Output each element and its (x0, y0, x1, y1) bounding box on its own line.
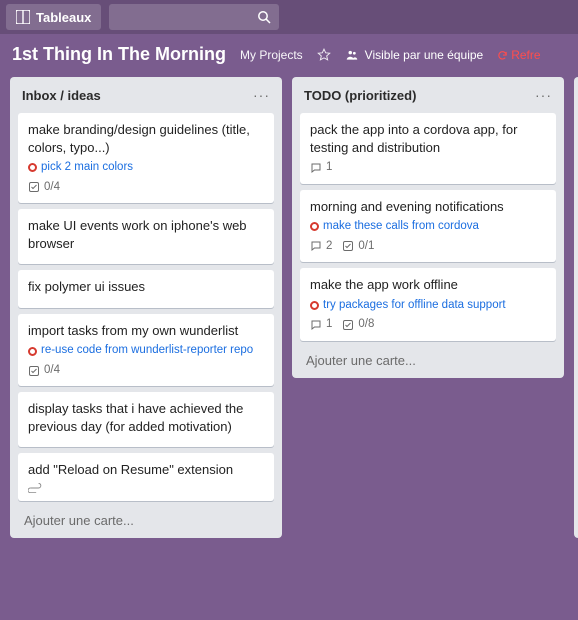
card[interactable]: make the app work offline try packages f… (300, 268, 556, 341)
card-badges (28, 483, 264, 493)
boards-icon (16, 10, 30, 24)
card[interactable]: fix polymer ui issues (18, 270, 274, 308)
card-sublink-text: make these calls from cordova (323, 219, 479, 235)
comments-count: 2 (326, 239, 332, 255)
comments-count: 1 (326, 160, 332, 176)
star-icon[interactable] (317, 48, 331, 62)
visibility-button[interactable]: Visible par une équipe (345, 48, 484, 62)
comments-badge: 1 (310, 317, 332, 333)
card[interactable]: morning and evening notifications make t… (300, 190, 556, 263)
team-icon (345, 48, 359, 62)
card-badges: 1 0/8 (310, 317, 546, 333)
card-badges: 0/4 (28, 363, 264, 379)
card-title: fix polymer ui issues (28, 278, 264, 296)
checklist-icon (342, 319, 354, 331)
card[interactable]: make branding/design guidelines (title, … (18, 113, 274, 203)
card-sublink-text: re-use code from wunderlist-reporter rep… (41, 343, 253, 359)
card-badges: 2 0/1 (310, 239, 546, 255)
card[interactable]: pack the app into a cordova app, for tes… (300, 113, 556, 184)
list-menu-button[interactable]: ··· (535, 87, 552, 103)
comments-badge: 2 (310, 239, 332, 255)
card[interactable]: add "Reload on Resume" extension (18, 453, 274, 501)
checklist-badge: 0/8 (342, 317, 374, 333)
card-sublink-text: pick 2 main colors (41, 160, 133, 176)
card-sublink: try packages for offline data support (310, 298, 546, 314)
bullet-ring-icon (28, 163, 37, 172)
card-sublink: pick 2 main colors (28, 160, 264, 176)
card-title: pack the app into a cordova app, for tes… (310, 121, 546, 156)
checklist-badge: 0/1 (342, 239, 374, 255)
bullet-ring-icon (28, 347, 37, 356)
card-title: import tasks from my own wunderlist (28, 322, 264, 340)
card-badges: 1 (310, 160, 546, 176)
list-header: Inbox / ideas ··· (18, 85, 274, 107)
comment-icon (310, 162, 322, 174)
card[interactable]: import tasks from my own wunderlist re-u… (18, 314, 274, 387)
add-card-button[interactable]: Ajouter une carte... (18, 507, 274, 532)
comment-icon (310, 240, 322, 252)
refresh-label: Refre (511, 48, 540, 62)
refresh-icon (497, 50, 508, 61)
list-offscreen[interactable] (574, 77, 578, 538)
checklist-icon (28, 181, 40, 193)
bullet-ring-icon (310, 301, 319, 310)
card-title: morning and evening notifications (310, 198, 546, 216)
add-card-button[interactable]: Ajouter une carte... (300, 347, 556, 372)
board-canvas: Inbox / ideas ··· make branding/design g… (0, 73, 578, 548)
checklist-count: 0/4 (44, 180, 60, 196)
card-sublink-text: try packages for offline data support (323, 298, 506, 314)
board-title[interactable]: 1st Thing In The Morning (12, 44, 226, 65)
bullet-ring-icon (310, 222, 319, 231)
card[interactable]: display tasks that i have achieved the p… (18, 392, 274, 447)
checklist-icon (28, 365, 40, 377)
checklist-badge: 0/4 (28, 180, 60, 196)
checklist-icon (342, 240, 354, 252)
list-inbox-ideas: Inbox / ideas ··· make branding/design g… (10, 77, 282, 538)
card[interactable]: make UI events work on iphone's web brow… (18, 209, 274, 264)
card-title: add "Reload on Resume" extension (28, 461, 264, 479)
list-title[interactable]: TODO (prioritized) (304, 88, 416, 103)
boards-button[interactable]: Tableaux (6, 4, 101, 30)
my-projects-link[interactable]: My Projects (240, 48, 303, 62)
checklist-count: 0/1 (358, 239, 374, 255)
visibility-label: Visible par une équipe (365, 48, 484, 62)
list-todo-prioritized: TODO (prioritized) ··· pack the app into… (292, 77, 564, 378)
list-header: TODO (prioritized) ··· (300, 85, 556, 107)
card-title: make the app work offline (310, 276, 546, 294)
search-input[interactable] (109, 4, 279, 30)
checklist-count: 0/4 (44, 363, 60, 379)
card-sublink: make these calls from cordova (310, 219, 546, 235)
checklist-count: 0/8 (358, 317, 374, 333)
card-sublink: re-use code from wunderlist-reporter rep… (28, 343, 264, 359)
card-title: make UI events work on iphone's web brow… (28, 217, 264, 252)
list-menu-button[interactable]: ··· (253, 87, 270, 103)
boards-label: Tableaux (36, 10, 91, 25)
card-title: display tasks that i have achieved the p… (28, 400, 264, 435)
comments-badge: 1 (310, 160, 332, 176)
checklist-badge: 0/4 (28, 363, 60, 379)
refresh-button[interactable]: Refre (497, 48, 540, 62)
app-topbar: Tableaux (0, 0, 578, 34)
attachment-icon (28, 483, 42, 493)
card-badges: 0/4 (28, 180, 264, 196)
search-icon (257, 10, 271, 24)
board-header: 1st Thing In The Morning My Projects Vis… (0, 34, 578, 73)
comment-icon (310, 319, 322, 331)
card-title: make branding/design guidelines (title, … (28, 121, 264, 156)
comments-count: 1 (326, 317, 332, 333)
list-title[interactable]: Inbox / ideas (22, 88, 101, 103)
